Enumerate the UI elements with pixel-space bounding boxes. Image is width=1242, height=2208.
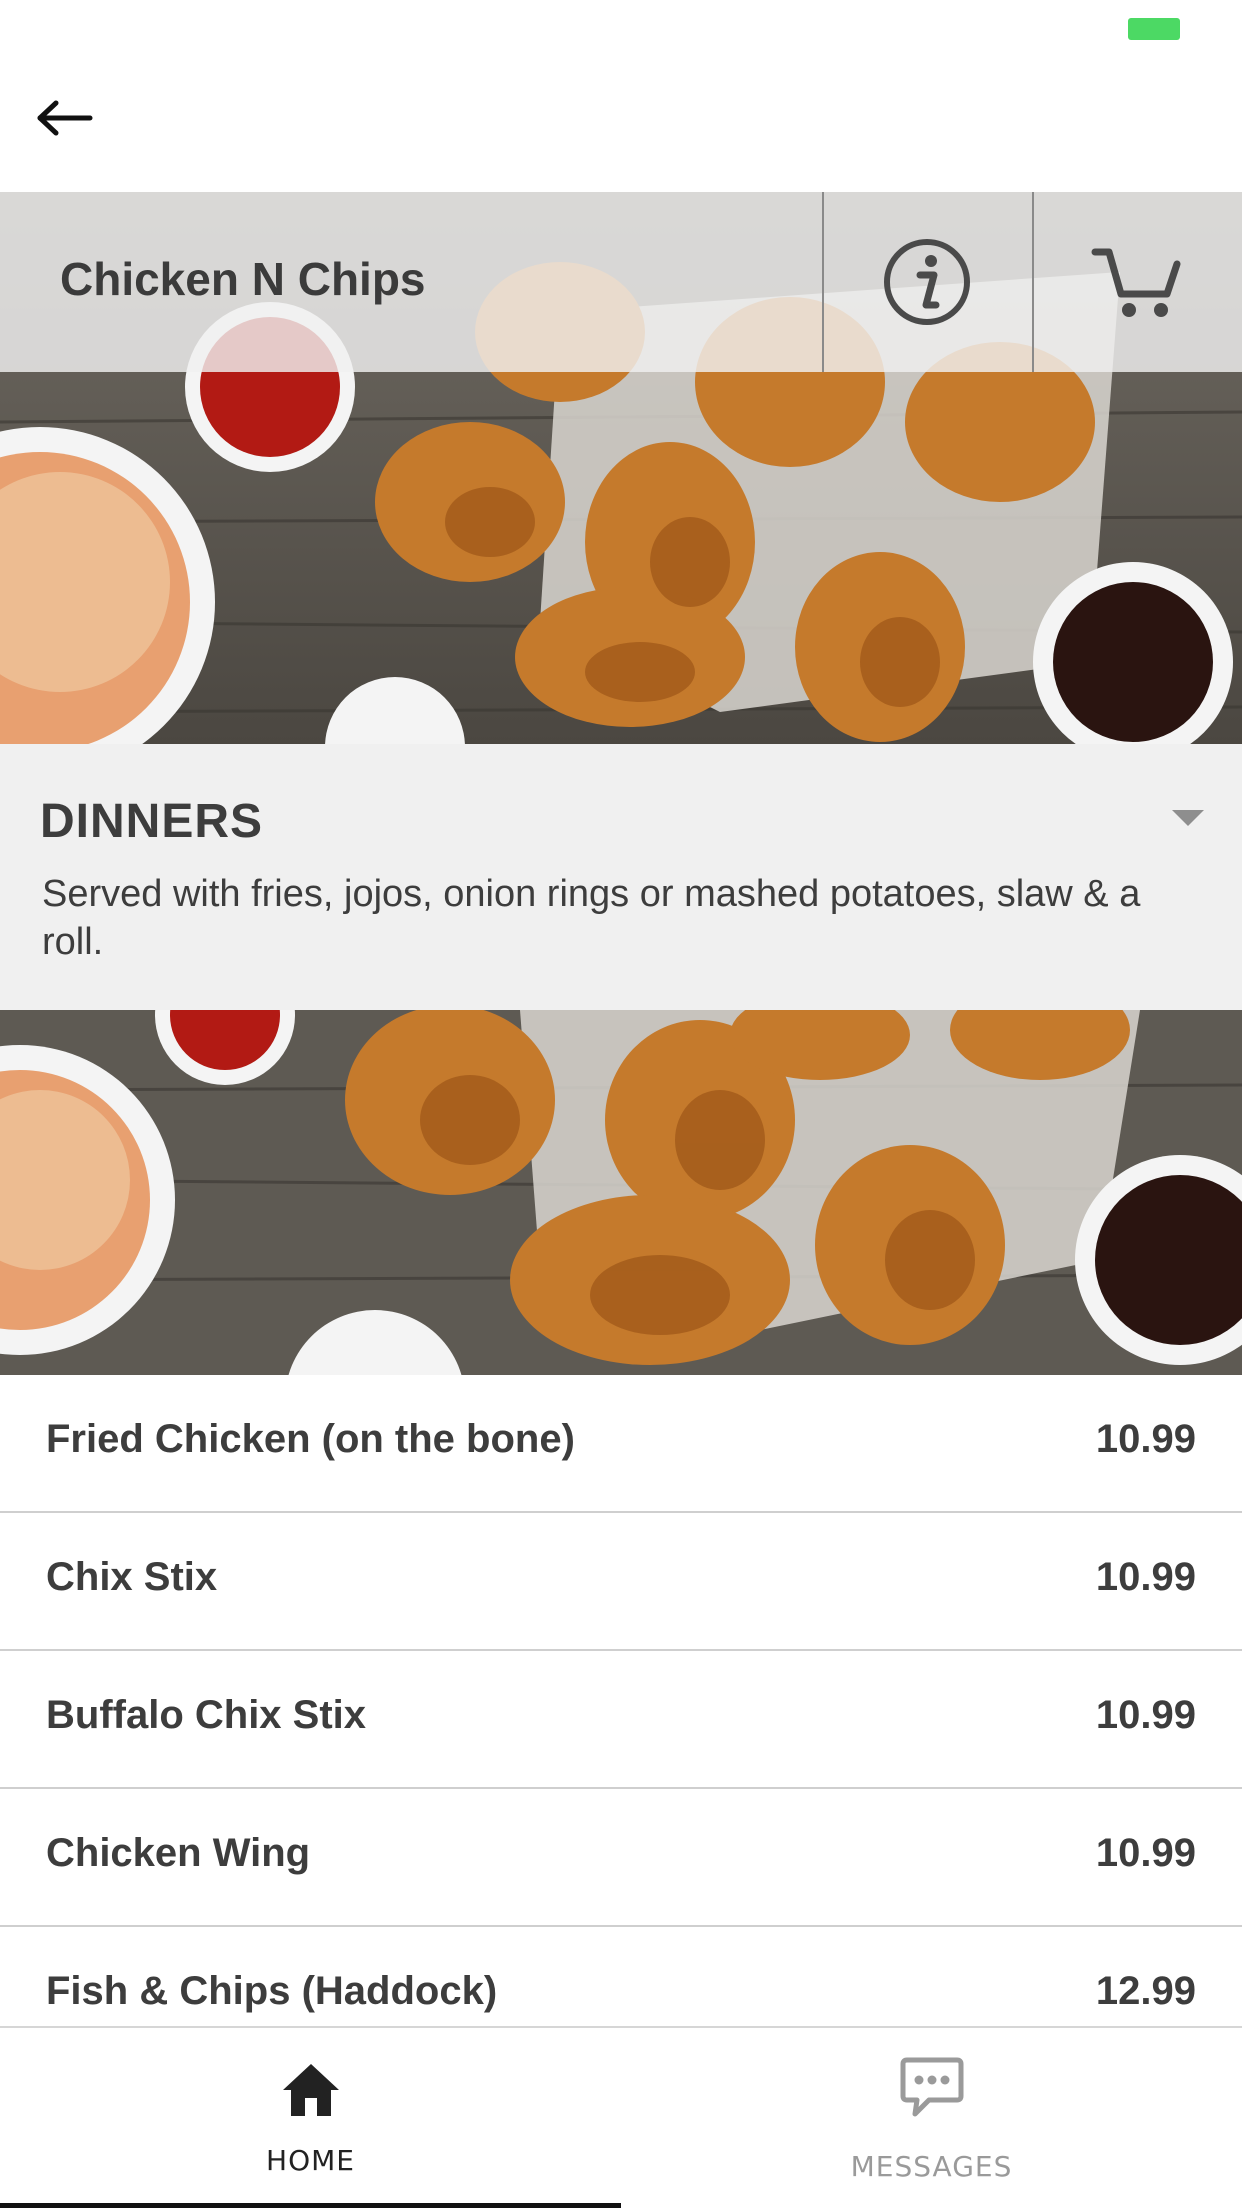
menu-item-name: Chicken Wing — [46, 1831, 311, 1875]
home-icon — [282, 2064, 339, 2116]
header-divider — [822, 192, 824, 372]
tab-home[interactable]: HOME — [0, 2028, 621, 2208]
menu-item-name: Fried Chicken (on the bone) — [46, 1417, 575, 1461]
active-tab-indicator — [0, 2203, 621, 2208]
category-header[interactable]: DINNERS Served with fries, jojos, onion … — [0, 744, 1242, 1010]
store-hero-image: Chicken N Chips — [0, 192, 1242, 744]
tab-home-label: HOME — [266, 2144, 355, 2177]
back-button[interactable] — [28, 82, 100, 154]
category-title: DINNERS — [40, 795, 264, 848]
tab-messages-label: MESSAGES — [850, 2150, 1013, 2183]
category-banner-image — [0, 1010, 1242, 1375]
store-title: Chicken N Chips — [60, 253, 426, 305]
menu-item-name: Chix Stix — [46, 1555, 218, 1599]
menu-item[interactable]: Fried Chicken (on the bone) 10.99 — [0, 1375, 1242, 1513]
category-description: Served with fries, jojos, onion rings or… — [42, 873, 1141, 963]
menu-item-list: Fried Chicken (on the bone) 10.99 Chix S… — [0, 1375, 1242, 2065]
navigation-bar — [0, 62, 1242, 192]
menu-item-price: 10.99 — [1095, 1417, 1196, 1461]
menu-item-name: Fish & Chips (Haddock) — [46, 1969, 498, 2013]
store-header: Chicken N Chips — [0, 192, 1242, 372]
battery-icon — [1128, 18, 1180, 40]
chat-bubble-icon — [900, 2057, 963, 2117]
info-icon — [884, 239, 970, 325]
info-button[interactable] — [857, 214, 997, 350]
cart-button[interactable] — [1067, 214, 1207, 350]
menu-item-price: 12.99 — [1095, 1969, 1196, 2013]
menu-item[interactable]: Buffalo Chix Stix 10.99 — [0, 1651, 1242, 1789]
cart-icon — [1091, 248, 1181, 317]
menu-item-price: 10.99 — [1095, 1555, 1196, 1599]
caret-down-icon[interactable] — [1172, 810, 1204, 826]
menu-item[interactable]: Chicken Wing 10.99 — [0, 1789, 1242, 1927]
header-divider — [1032, 192, 1034, 372]
menu-item-price: 10.99 — [1095, 1693, 1196, 1737]
tab-messages[interactable]: MESSAGES — [621, 2028, 1242, 2208]
fried-chicken-banner-photo — [0, 1010, 1242, 1375]
menu-item[interactable]: Chix Stix 10.99 — [0, 1513, 1242, 1651]
menu-item-price: 10.99 — [1095, 1831, 1196, 1875]
menu-item-name: Buffalo Chix Stix — [46, 1693, 367, 1737]
status-bar — [0, 0, 1242, 62]
bottom-tab-bar: HOME MESSAGES — [0, 2026, 1242, 2208]
arrow-left-icon — [37, 100, 93, 136]
